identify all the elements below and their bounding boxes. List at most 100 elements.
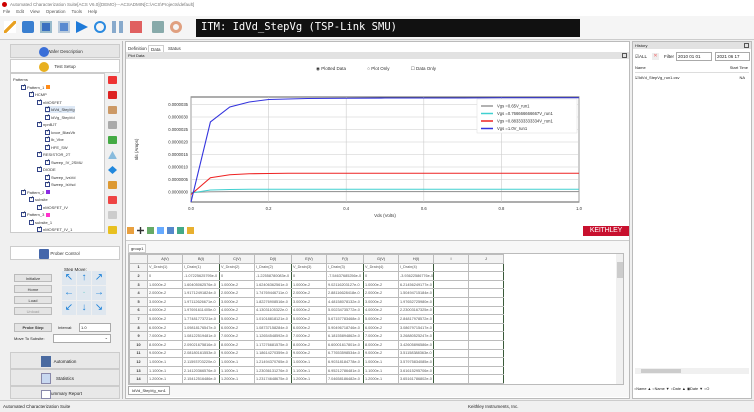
- table-cell[interactable]: 4.0000e-2: [147, 305, 183, 316]
- table-cell[interactable]: 1.0000e-1: [363, 357, 399, 367]
- table-cell[interactable]: [468, 382, 504, 384]
- table-cell[interactable]: 0: [219, 271, 255, 281]
- table-cell[interactable]: 1.97652725980e-0: [398, 296, 434, 307]
- history-item[interactable]: ☑IdVd_StepVg_run1.csv NA: [635, 75, 749, 80]
- checkbox[interactable]: [37, 225, 42, 233]
- table-cell[interactable]: 1.97112626671e-0: [182, 296, 220, 307]
- clear-icon[interactable]: ✕: [652, 53, 659, 60]
- table-cell[interactable]: 1.08122519481e-0: [182, 331, 220, 341]
- pan-icon[interactable]: [137, 227, 144, 234]
- run-cycle-icon[interactable]: [94, 21, 106, 33]
- table-cell[interactable]: [468, 365, 504, 376]
- table-cell[interactable]: 9.0000e-2: [291, 348, 327, 359]
- table-cell[interactable]: 2.0000e-2: [147, 288, 183, 298]
- table-cell[interactable]: 2.0000e-2: [363, 288, 399, 298]
- table-cell[interactable]: 2.14120366576e-0: [182, 365, 220, 376]
- table-cell[interactable]: [468, 296, 504, 307]
- table-cell[interactable]: 8.0000e-2: [363, 339, 399, 350]
- tree-item[interactable]: Sweep_IsVsd: [45, 180, 75, 188]
- table-cell[interactable]: 1.91712491824e-0: [182, 288, 220, 298]
- sort-name-desc[interactable]: Name ▼: [655, 387, 670, 391]
- table-cell[interactable]: 1.0000e-2: [147, 279, 183, 290]
- move-down-icon[interactable]: [108, 166, 117, 174]
- checkbox[interactable]: [37, 98, 42, 105]
- table-cell[interactable]: 8.0000e-2: [219, 339, 255, 350]
- rename-icon[interactable]: [108, 181, 117, 189]
- table-cell[interactable]: 2.0000e-2: [219, 288, 255, 298]
- table-cell[interactable]: [433, 271, 469, 281]
- table-cell[interactable]: [433, 339, 469, 350]
- table-cell[interactable]: 3.0000e-2: [363, 296, 399, 307]
- cut-icon[interactable]: [108, 226, 117, 234]
- table-cell[interactable]: [468, 374, 504, 384]
- refresh-icon[interactable]: [170, 21, 182, 33]
- table-cell[interactable]: [433, 365, 469, 376]
- tree-item[interactable]: RESISTOR_2T: [37, 150, 70, 158]
- test-setup-button[interactable]: Test Setup: [10, 59, 120, 73]
- table-cell[interactable]: 7.0000e-2: [363, 331, 399, 341]
- table-cell[interactable]: 3.08679715417e-0: [398, 322, 434, 333]
- table-cell[interactable]: 1.24548270764e-0: [254, 382, 292, 384]
- run-sheet-tab[interactable]: IdVd_StepVg_run1: [128, 386, 170, 395]
- table-cell[interactable]: [433, 382, 469, 384]
- tree-item[interactable]: HCMP: [29, 90, 47, 98]
- tree-item[interactable]: HFE_SW: [45, 143, 68, 151]
- table-cell[interactable]: 5.0000e-2: [363, 314, 399, 324]
- all-checkbox[interactable]: ☑ALL: [635, 54, 647, 60]
- table-cell[interactable]: 1.3000e-1: [291, 382, 327, 384]
- new-icon[interactable]: [4, 21, 16, 33]
- sort-date-asc[interactable]: Date ▲: [673, 387, 686, 391]
- table-cell[interactable]: 1.21494370765e-0: [254, 357, 292, 367]
- table-cell[interactable]: [433, 374, 469, 384]
- table-cell[interactable]: -3.93622586776e-0: [398, 271, 434, 281]
- table-cell[interactable]: [468, 262, 504, 273]
- col-start-time[interactable]: Start Time: [730, 65, 748, 70]
- table-cell[interactable]: 6.60001617801e-0: [326, 339, 364, 350]
- tree-item[interactable]: Sweep_IV_2SMU: [45, 158, 83, 166]
- table-cell[interactable]: 1.1000e-1: [363, 365, 399, 376]
- table-cell[interactable]: 1.1000e-1: [219, 365, 255, 376]
- date-to-input[interactable]: 2021 06 17: [715, 52, 750, 61]
- table-cell[interactable]: 9.0000e-2: [363, 348, 399, 359]
- table-cell[interactable]: 1.77481773721e-0: [182, 314, 220, 324]
- column-header[interactable]: H(I): [398, 254, 434, 264]
- move-right-icon[interactable]: →: [92, 286, 106, 300]
- print-icon[interactable]: [22, 21, 34, 33]
- table-cell[interactable]: 2.88116628418e-0: [326, 288, 364, 298]
- tree-item[interactable]: Pattern_1: [21, 83, 51, 91]
- table-cell[interactable]: -7.54637685256e-0: [326, 271, 364, 281]
- table-cell[interactable]: [433, 279, 469, 290]
- table-cell[interactable]: V_Drain(1): [147, 262, 183, 273]
- zoom-icon[interactable]: [147, 227, 154, 234]
- table-cell[interactable]: [468, 271, 504, 281]
- export-icon[interactable]: [177, 227, 184, 234]
- move-left-icon[interactable]: ←: [62, 286, 76, 300]
- tree-item[interactable]: subsite_1: [29, 218, 52, 226]
- radio-plot-only[interactable]: ○ Plot Only: [367, 66, 399, 71]
- column-header[interactable]: B(I): [182, 254, 220, 264]
- checkbox[interactable]: [29, 90, 34, 98]
- table-cell[interactable]: [468, 322, 504, 333]
- add-utm-icon[interactable]: [108, 91, 117, 99]
- table-cell[interactable]: [468, 339, 504, 350]
- home-icon[interactable]: [127, 227, 134, 234]
- tree-item[interactable]: nMOSFET: [37, 98, 62, 106]
- table-cell[interactable]: 6.0000e-2: [219, 322, 255, 333]
- date-from-input[interactable]: 2010 01 01: [676, 52, 712, 61]
- run-icon[interactable]: [76, 21, 88, 33]
- checkbox[interactable]: [21, 210, 26, 218]
- column-header[interactable]: D(I): [254, 254, 292, 264]
- table-cell[interactable]: 3.26880525247e-0: [398, 331, 434, 341]
- table-cell[interactable]: 1.2000e-1: [291, 374, 327, 384]
- table-cell[interactable]: 3.51158388363e-0: [398, 348, 434, 359]
- tree-item[interactable]: subsite: [29, 195, 48, 203]
- table-cell[interactable]: 9.0000e-2: [147, 348, 183, 359]
- table-cell[interactable]: 1.01018818121e-0: [254, 314, 292, 324]
- sort-other[interactable]: O: [706, 387, 709, 391]
- table-cell[interactable]: 6.95212786481e-0: [326, 365, 364, 376]
- table-cell[interactable]: 2.08180161553e-0: [182, 348, 220, 359]
- copy-icon[interactable]: [108, 121, 117, 129]
- center-icon[interactable]: ·: [77, 286, 91, 300]
- column-header[interactable]: G(V): [363, 254, 399, 264]
- column-header[interactable]: C(V): [219, 254, 255, 264]
